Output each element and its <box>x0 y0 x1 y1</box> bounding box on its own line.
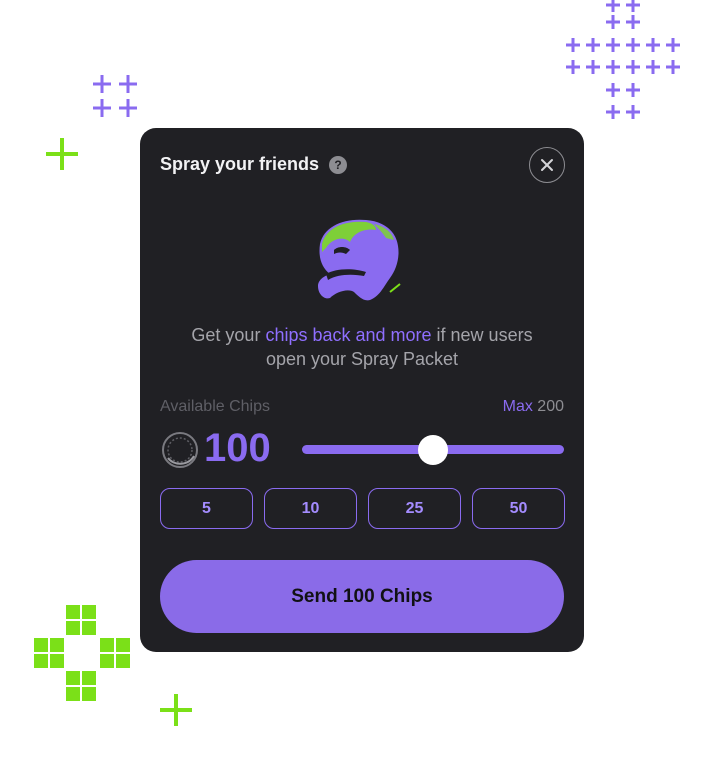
close-icon <box>541 159 553 171</box>
chip-amount: 100 <box>204 426 271 470</box>
max-label: Max <box>502 398 533 415</box>
lime-plus-top <box>46 138 78 170</box>
lime-pixel-ring <box>34 605 130 701</box>
description-highlight: chips back and more <box>265 325 432 345</box>
max-chips[interactable]: Max 200 <box>503 398 564 416</box>
lime-plus-bottom <box>160 694 192 726</box>
spray-dialog: Spray your friends ? Get your chips back… <box>140 128 584 652</box>
preset-buttons: 5 10 25 50 <box>160 488 565 529</box>
description-text: Get your <box>191 325 266 345</box>
max-value: 200 <box>537 398 564 415</box>
dialog-header: Spray your friends ? <box>160 154 348 175</box>
help-icon[interactable]: ? <box>329 155 348 174</box>
preset-button-10[interactable]: 10 <box>264 488 357 529</box>
available-chips-label: Available Chips <box>160 398 270 415</box>
description: Get your chips back and more if new user… <box>170 323 554 371</box>
preset-button-5[interactable]: 5 <box>160 488 253 529</box>
chip-coin-icon <box>162 432 198 468</box>
purple-cross-cluster-left <box>93 75 137 117</box>
chip-slider[interactable] <box>302 434 564 465</box>
spray-mascot-icon <box>318 219 401 301</box>
dialog-title: Spray your friends <box>160 154 320 174</box>
close-button[interactable] <box>529 147 565 183</box>
send-chips-button[interactable]: Send 100 Chips <box>160 560 564 633</box>
slider-thumb[interactable] <box>418 434 448 465</box>
preset-button-25[interactable]: 25 <box>368 488 461 529</box>
purple-cross-cluster-right <box>564 0 682 121</box>
preset-button-50[interactable]: 50 <box>472 488 565 529</box>
